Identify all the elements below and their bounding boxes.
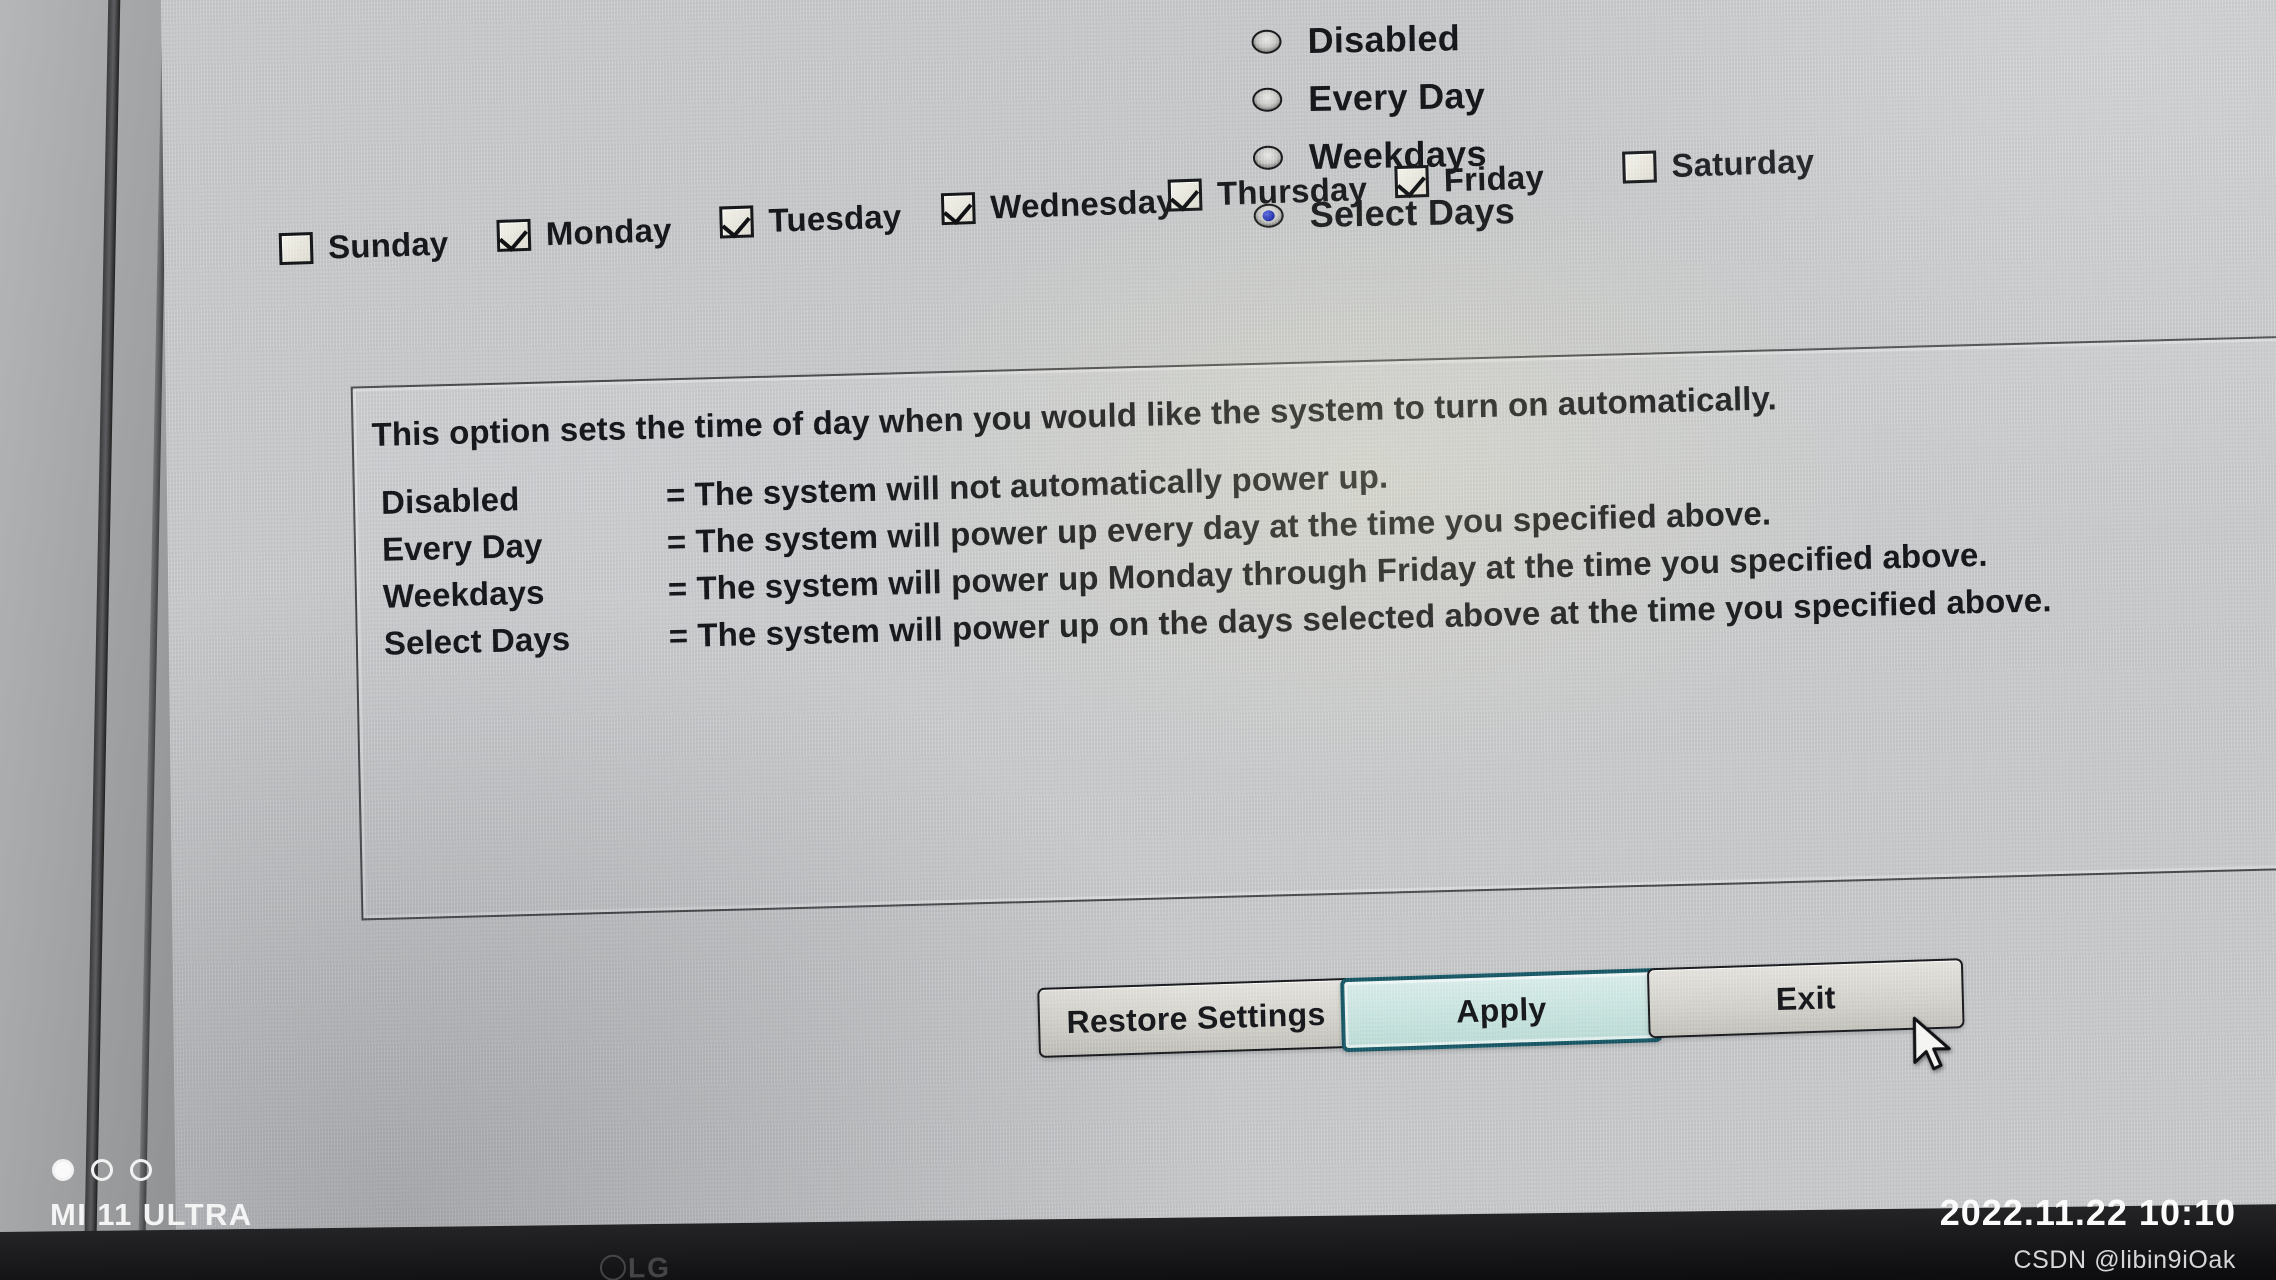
checkbox-label-sunday: Sunday xyxy=(327,224,449,266)
checkbox-icon-wednesday[interactable] xyxy=(940,192,976,226)
photo-of-monitor: APM Wake Up Disabled Every Day Weekdays xyxy=(0,0,2276,1280)
help-term-disabled: Disabled xyxy=(380,480,520,521)
checkbox-label-monday: Monday xyxy=(545,211,673,253)
checkbox-icon-tuesday[interactable] xyxy=(719,205,755,239)
checkbox-icon-saturday[interactable] xyxy=(1622,150,1657,184)
help-term-select-days: Select Days xyxy=(383,619,571,662)
radio-icon-disabled[interactable] xyxy=(1251,29,1282,55)
radio-option-every-day[interactable]: Every Day xyxy=(1252,71,1514,124)
checkbox-icon-friday[interactable] xyxy=(1394,165,1430,199)
lg-logo-text: LG xyxy=(627,1251,672,1280)
checkbox-row-sunday[interactable]: Sunday xyxy=(278,224,449,269)
radio-icon-weekdays[interactable] xyxy=(1252,145,1284,171)
checkbox-icon-sunday[interactable] xyxy=(278,232,314,266)
restore-settings-label: Restore Settings xyxy=(1066,995,1326,1040)
help-term-every-day: Every Day xyxy=(381,526,543,568)
checkbox-row-wednesday[interactable]: Wednesday xyxy=(940,182,1176,228)
radio-icon-every-day[interactable] xyxy=(1252,87,1283,113)
checkbox-row-thursday[interactable]: Thursday xyxy=(1167,170,1368,215)
lg-brand-logo: LG xyxy=(599,1251,740,1280)
exit-label: Exit xyxy=(1775,978,1837,1017)
radio-option-disabled[interactable]: Disabled xyxy=(1251,13,1513,66)
checkbox-label-saturday: Saturday xyxy=(1670,142,1815,184)
checkbox-row-friday[interactable]: Friday xyxy=(1394,158,1544,201)
help-term-weekdays: Weekdays xyxy=(382,573,545,615)
day-selection-row: Sunday Monday Tuesday Wednesday Thursday xyxy=(163,132,2276,286)
mouse-cursor-icon xyxy=(1912,1016,1951,1071)
checkbox-label-thursday: Thursday xyxy=(1216,170,1368,213)
checkbox-icon-thursday[interactable] xyxy=(1167,178,1203,212)
checkbox-row-tuesday[interactable]: Tuesday xyxy=(719,198,902,242)
apply-label: Apply xyxy=(1455,990,1548,1030)
checkbox-row-monday[interactable]: Monday xyxy=(496,211,672,255)
restore-settings-button[interactable]: Restore Settings xyxy=(1037,977,1355,1059)
help-definition-list: Disabled = The system will not automatic… xyxy=(381,440,2052,672)
checkbox-label-friday: Friday xyxy=(1443,158,1545,199)
lg-logo-ring xyxy=(599,1254,627,1280)
dialog-action-bar: Restore Settings Apply Exit xyxy=(173,944,2276,1136)
checkbox-label-wednesday: Wednesday xyxy=(989,182,1176,226)
bios-setup-dialog: APM Wake Up Disabled Every Day Weekdays xyxy=(160,0,2276,1280)
monitor-screen: APM Wake Up Disabled Every Day Weekdays xyxy=(160,0,2276,1280)
help-definition-disabled: = The system will not automatically powe… xyxy=(665,457,1389,514)
apply-button[interactable]: Apply xyxy=(1340,967,1663,1053)
help-intro-text: This option sets the time of day when yo… xyxy=(371,379,1778,454)
help-panel: This option sets the time of day when yo… xyxy=(350,332,2276,921)
checkbox-icon-monday[interactable] xyxy=(496,218,532,252)
checkbox-label-tuesday: Tuesday xyxy=(768,197,902,239)
radio-label-every-day: Every Day xyxy=(1307,74,1486,119)
checkbox-row-saturday[interactable]: Saturday xyxy=(1622,142,1815,186)
radio-label-disabled: Disabled xyxy=(1307,17,1461,61)
